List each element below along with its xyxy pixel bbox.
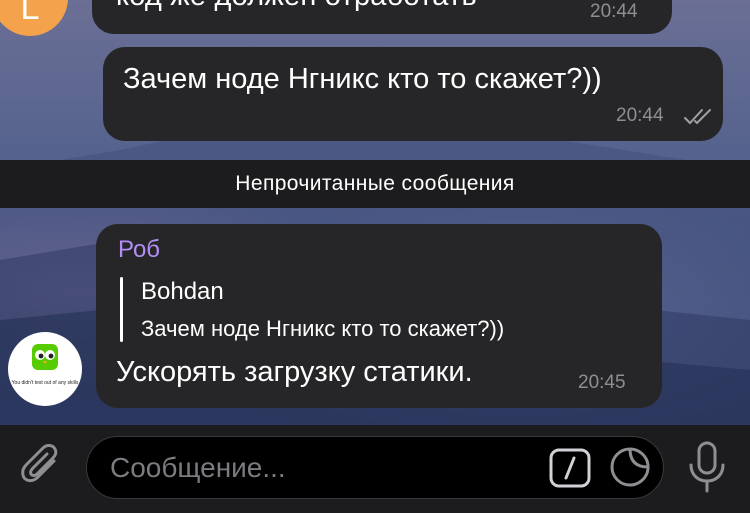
message-input-placeholder[interactable]: Сообщение... [110, 452, 286, 484]
sticker-icon[interactable] [608, 445, 652, 489]
duolingo-owl-icon [32, 344, 58, 370]
message-time: 20:44 [590, 1, 638, 22]
sender-name[interactable]: Роб [118, 236, 160, 264]
reply-quote-bar [120, 277, 123, 342]
message-text: код же должен отработать [116, 0, 477, 13]
double-check-icon [684, 109, 711, 125]
avatar-letter: L [20, 0, 40, 27]
message-time: 20:44 [616, 105, 664, 126]
sender-avatar[interactable]: You didn't test out of any skills [8, 332, 82, 406]
reply-quote-author[interactable]: Bohdan [141, 278, 224, 306]
avatar-caption: You didn't test out of any skills [11, 380, 79, 386]
incoming-reply-message-bubble[interactable]: Роб Bohdan Зачем ноде Нгникс кто то скаж… [96, 224, 662, 408]
message-time: 20:45 [578, 372, 626, 393]
message-text: Ускорять загрузку статики. [116, 356, 473, 388]
bot-command-icon[interactable] [549, 448, 591, 488]
divider-label: Непрочитанные сообщения [235, 172, 515, 195]
message-text: Зачем ноде Нгникс кто то скажет?)) [123, 63, 602, 95]
paperclip-icon[interactable] [18, 441, 64, 489]
unread-messages-divider: Непрочитанные сообщения [0, 160, 750, 208]
incoming-message-bubble[interactable]: код же должен отработать 20:44 [92, 0, 672, 34]
microphone-icon[interactable] [686, 440, 728, 494]
reply-quote-text[interactable]: Зачем ноде Нгникс кто то скажет?)) [141, 316, 504, 342]
outgoing-message-bubble[interactable]: Зачем ноде Нгникс кто то скажет?)) 20:44 [103, 47, 723, 141]
